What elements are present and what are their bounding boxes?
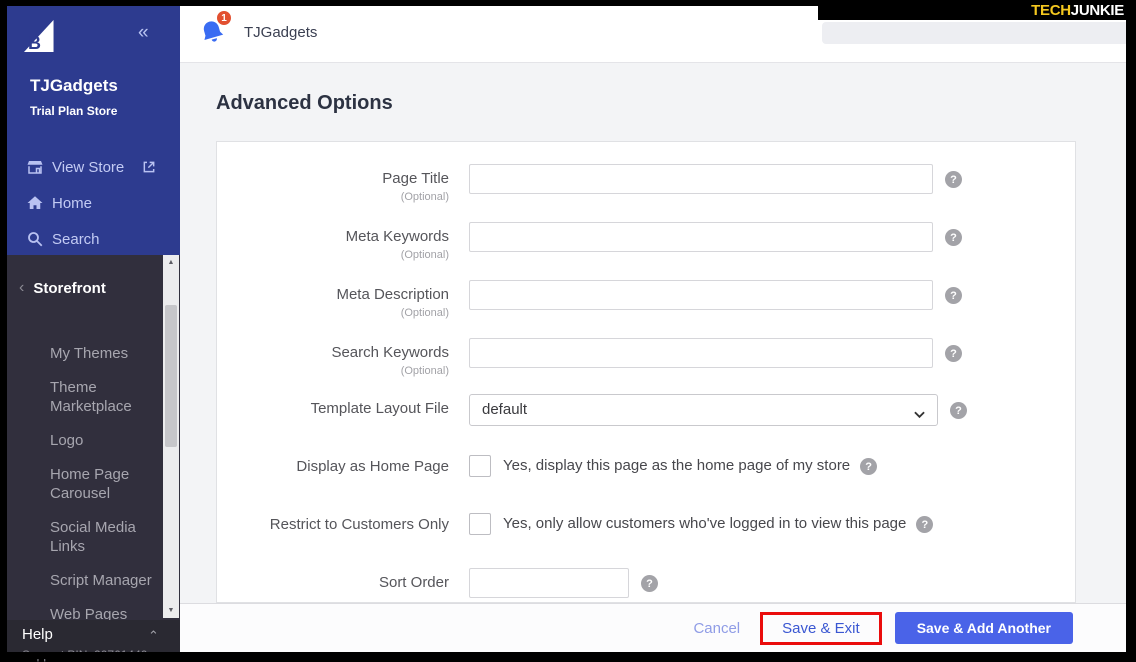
help-question-icon[interactable]: ?: [860, 458, 877, 475]
checkbox-caption: Yes, only allow customers who've logged …: [503, 513, 906, 535]
field-label: Restrict to Customers Only: [217, 515, 449, 535]
template-layout-select[interactable]: default: [469, 394, 938, 426]
form-row-sort-order: Sort Order ?: [217, 568, 1075, 598]
meta-keywords-input[interactable]: [469, 222, 933, 252]
save-add-another-button[interactable]: Save & Add Another: [895, 612, 1073, 644]
form-action-bar: Cancel Save & Exit Save & Add Another: [180, 603, 1136, 652]
storefront-icon: [26, 158, 44, 176]
optional-hint: (Optional): [217, 307, 449, 319]
scroll-up-arrow-icon[interactable]: ▲: [163, 259, 179, 266]
sidebar-item-search[interactable]: Search: [0, 222, 180, 256]
sidebar-store-section: B « TJGadgets Trial Plan Store View Stor…: [0, 0, 180, 255]
advanced-options-card: Page Title (Optional) ? Meta Keywords (O…: [216, 141, 1076, 603]
field-label: Sort Order: [217, 573, 449, 593]
help-question-icon[interactable]: ?: [945, 229, 962, 246]
menu-item-home-page-carousel[interactable]: Home Page Carousel: [50, 465, 160, 503]
menu-item-logo[interactable]: Logo: [50, 431, 160, 450]
help-label[interactable]: Help: [22, 626, 53, 643]
form-row-restrict-customers: Restrict to Customers Only Yes, only all…: [217, 513, 1075, 535]
storefront-menu-list: My Themes Theme Marketplace Logo Home Pa…: [50, 344, 160, 639]
external-link-icon: [141, 159, 157, 175]
help-panel[interactable]: Help ⌃ Support PIN: 20761440: [0, 620, 180, 652]
help-question-icon[interactable]: ?: [641, 575, 658, 592]
sidebar-scrollbar[interactable]: ▲ ▼: [163, 255, 179, 618]
sort-order-input[interactable]: [469, 568, 629, 598]
menu-item-my-themes[interactable]: My Themes: [50, 344, 160, 363]
form-row-search-keywords: Search Keywords (Optional) ?: [217, 338, 1075, 377]
storefront-section-title: Storefront: [33, 280, 106, 297]
field-label: Meta Keywords: [217, 227, 449, 247]
optional-hint: (Optional): [217, 191, 449, 203]
notification-count-badge: 1: [215, 9, 233, 27]
checkbox-caption: Yes, display this page as the home page …: [503, 455, 850, 477]
field-label: Template Layout File: [217, 399, 449, 419]
field-label: Search Keywords: [217, 343, 449, 363]
sidebar-item-view-store[interactable]: View Store: [0, 150, 180, 184]
techjunkie-logo-junkie: JUNKIE: [1071, 2, 1124, 19]
sidebar-item-label: View Store: [52, 159, 124, 176]
page-title: Advanced Options: [216, 92, 393, 115]
sidebar-collapse-button[interactable]: «: [138, 22, 149, 44]
sidebar-storefront-menu: ‹ Storefront My Themes Theme Marketplace…: [0, 255, 180, 652]
menu-item-social-media-links[interactable]: Social Media Links: [50, 518, 160, 556]
logo-letter-b: B: [28, 33, 41, 54]
select-value: default: [482, 395, 527, 425]
scrollbar-thumb[interactable]: [165, 305, 177, 447]
chevron-down-icon: [914, 406, 925, 424]
help-question-icon[interactable]: ?: [945, 345, 962, 362]
watermark-card: [822, 22, 1129, 44]
display-home-checkbox[interactable]: [469, 455, 491, 477]
store-name: TJGadgets: [30, 76, 118, 96]
help-question-icon[interactable]: ?: [916, 516, 933, 533]
form-row-template-layout: Template Layout File default ?: [217, 394, 1075, 426]
screenshot-frame-bottom: [0, 652, 1136, 659]
help-question-icon[interactable]: ?: [950, 402, 967, 419]
sidebar-item-label: Search: [52, 231, 100, 248]
chevron-up-icon: ⌃: [148, 628, 159, 644]
annotation-highlight-box: Save & Exit: [760, 612, 882, 645]
screenshot-frame-left: [0, 0, 7, 659]
bigcommerce-logo-icon[interactable]: B: [24, 20, 60, 52]
storefront-back-header[interactable]: ‹ Storefront: [0, 279, 160, 297]
form-row-page-title: Page Title (Optional) ?: [217, 164, 1075, 203]
notifications-bell-button[interactable]: 1: [200, 15, 234, 49]
optional-hint: (Optional): [217, 365, 449, 377]
scroll-down-arrow-icon[interactable]: ▼: [163, 607, 179, 614]
form-row-meta-keywords: Meta Keywords (Optional) ?: [217, 222, 1075, 261]
menu-item-theme-marketplace[interactable]: Theme Marketplace: [50, 378, 160, 416]
optional-hint: (Optional): [217, 249, 449, 261]
techjunkie-logo-tech: TECH: [1031, 2, 1071, 19]
field-label: Meta Description: [217, 285, 449, 305]
menu-item-script-manager[interactable]: Script Manager: [50, 571, 160, 590]
sidebar-item-label: Home: [52, 195, 92, 212]
cancel-button[interactable]: Cancel: [693, 620, 740, 637]
page-title-input[interactable]: [469, 164, 933, 194]
home-icon: [26, 194, 44, 212]
header-store-title: TJGadgets: [244, 24, 317, 41]
restrict-customers-checkbox[interactable]: [469, 513, 491, 535]
search-keywords-input[interactable]: [469, 338, 933, 368]
save-exit-button[interactable]: Save & Exit: [782, 620, 860, 637]
form-row-display-home: Display as Home Page Yes, display this p…: [217, 455, 1075, 477]
search-icon: [26, 230, 44, 248]
form-row-meta-description: Meta Description (Optional) ?: [217, 280, 1075, 319]
chevron-left-icon: ‹: [19, 279, 24, 297]
field-label: Display as Home Page: [217, 457, 449, 477]
meta-description-input[interactable]: [469, 280, 933, 310]
store-plan: Trial Plan Store: [30, 104, 117, 118]
screen: B « TJGadgets Trial Plan Store View Stor…: [0, 0, 1136, 659]
screenshot-frame-right: [1126, 0, 1136, 659]
field-label: Page Title: [217, 169, 449, 189]
main-content: Advanced Options Page Title (Optional) ?…: [180, 63, 1136, 652]
sidebar-item-home[interactable]: Home: [0, 186, 180, 220]
help-question-icon[interactable]: ?: [945, 287, 962, 304]
techjunkie-logo: TECHJUNKIE: [818, 0, 1136, 20]
help-question-icon[interactable]: ?: [945, 171, 962, 188]
